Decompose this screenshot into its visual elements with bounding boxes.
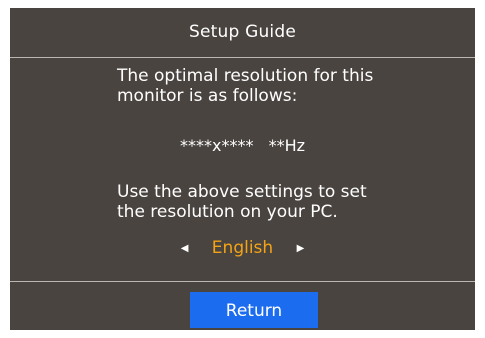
return-button[interactable]: Return	[190, 292, 318, 328]
footer-divider	[10, 281, 475, 282]
language-selector[interactable]: ◀ English ▶	[10, 238, 475, 260]
dialog-title: Setup Guide	[188, 22, 296, 42]
setup-guide-dialog: Setup Guide The optimal resolution for t…	[10, 8, 475, 330]
optimal-resolution: ****x**** **Hz	[10, 136, 475, 155]
message-line-4: the resolution on your PC.	[117, 202, 338, 222]
message-line-1: The optimal resolution for this	[117, 66, 374, 86]
title-divider	[10, 57, 475, 58]
instruction-message: Use the above settings to set the resolu…	[117, 182, 417, 222]
triangle-left-icon[interactable]: ◀	[177, 243, 193, 254]
resolution-value: ****x****	[180, 136, 254, 155]
triangle-right-icon[interactable]: ▶	[293, 243, 309, 254]
message-line-3: Use the above settings to set	[117, 182, 367, 202]
resolution-message: The optimal resolution for this monitor …	[117, 66, 417, 106]
message-line-2: monitor is as follows:	[117, 86, 298, 106]
refresh-rate-value: **Hz	[268, 136, 305, 155]
language-value[interactable]: English	[212, 238, 273, 258]
